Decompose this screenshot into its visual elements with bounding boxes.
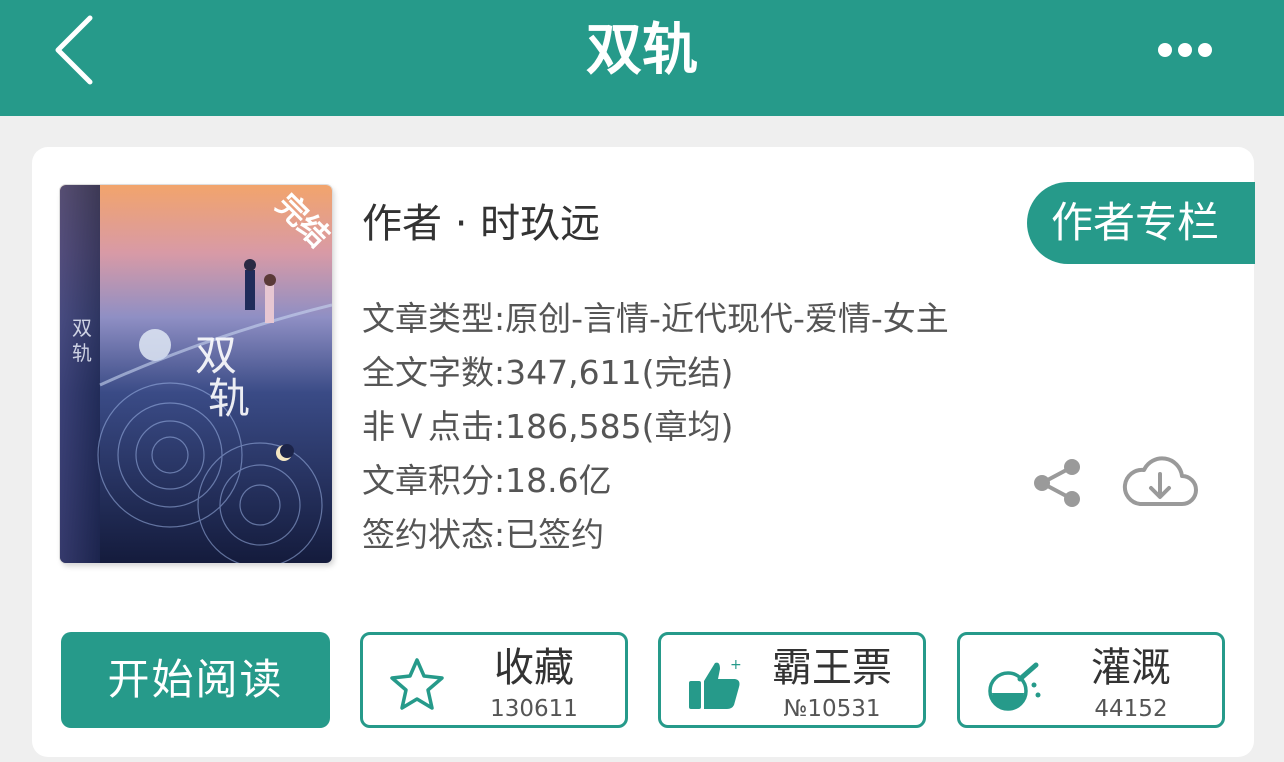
info-key: 签约状态: xyxy=(362,515,506,554)
info-row-contract: 签约状态:已签约 xyxy=(362,513,604,557)
overlord-ticket-button[interactable]: + 霸王票 №10531 xyxy=(658,632,926,728)
cover-title-text: 轨 xyxy=(208,374,250,423)
info-value: 已签约 xyxy=(505,515,605,554)
favorite-button[interactable]: 收藏 130611 xyxy=(360,632,628,728)
info-row-score: 文章积分:18.6亿 xyxy=(362,459,612,503)
info-row-word-count: 全文字数:347,611(完结) xyxy=(362,351,733,395)
star-icon xyxy=(390,658,444,710)
irrigate-count: 44152 xyxy=(1094,696,1168,722)
share-icon xyxy=(1034,459,1080,507)
info-row-genre: 文章类型:原创-言情-近代现代-爱情-女主 xyxy=(362,297,949,341)
overlord-ticket-rank: №10531 xyxy=(783,696,881,722)
info-value: 18.6亿 xyxy=(505,461,612,500)
book-cover-image: 双 轨 双 轨 完结 xyxy=(60,185,332,563)
page-title: 双轨 xyxy=(586,18,698,83)
info-key: 非Ｖ点击: xyxy=(362,407,506,446)
info-value: 347,611(完结) xyxy=(505,353,734,392)
svg-text:轨: 轨 xyxy=(72,341,92,365)
svg-text:双: 双 xyxy=(72,316,92,340)
author-name[interactable]: 作者 · 时玖远 xyxy=(362,198,600,250)
download-button[interactable] xyxy=(1120,450,1200,514)
more-dots-icon xyxy=(1158,43,1212,57)
info-row-clicks: 非Ｖ点击:186,585(章均) xyxy=(362,405,733,449)
cloud-download-icon xyxy=(1122,456,1198,506)
author-column-button[interactable]: 作者专栏 xyxy=(1027,182,1255,264)
cover-title-text: 双 xyxy=(195,331,237,380)
overlord-ticket-label: 霸王票 xyxy=(772,645,892,691)
svg-text:+: + xyxy=(730,657,742,673)
irrigate-label: 灌溉 xyxy=(1091,645,1171,691)
watering-flask-icon xyxy=(988,662,1041,711)
more-button[interactable] xyxy=(1150,28,1220,72)
top-bar: 双轨 xyxy=(0,0,1284,116)
favorite-label: 收藏 xyxy=(494,645,574,691)
start-reading-button[interactable]: 开始阅读 xyxy=(61,632,330,728)
book-cover[interactable]: 双 轨 双 轨 完结 xyxy=(60,185,332,563)
info-value: 原创-言情-近代现代-爱情-女主 xyxy=(505,299,949,338)
favorite-count: 130611 xyxy=(490,696,578,722)
irrigate-button[interactable]: 灌溉 44152 xyxy=(957,632,1225,728)
info-key: 全文字数: xyxy=(362,353,506,392)
info-value: 186,585(章均) xyxy=(505,407,734,446)
info-key: 文章积分: xyxy=(362,461,506,500)
thumbs-up-icon: + xyxy=(689,657,742,709)
share-button[interactable] xyxy=(1030,455,1086,511)
info-key: 文章类型: xyxy=(362,299,506,338)
